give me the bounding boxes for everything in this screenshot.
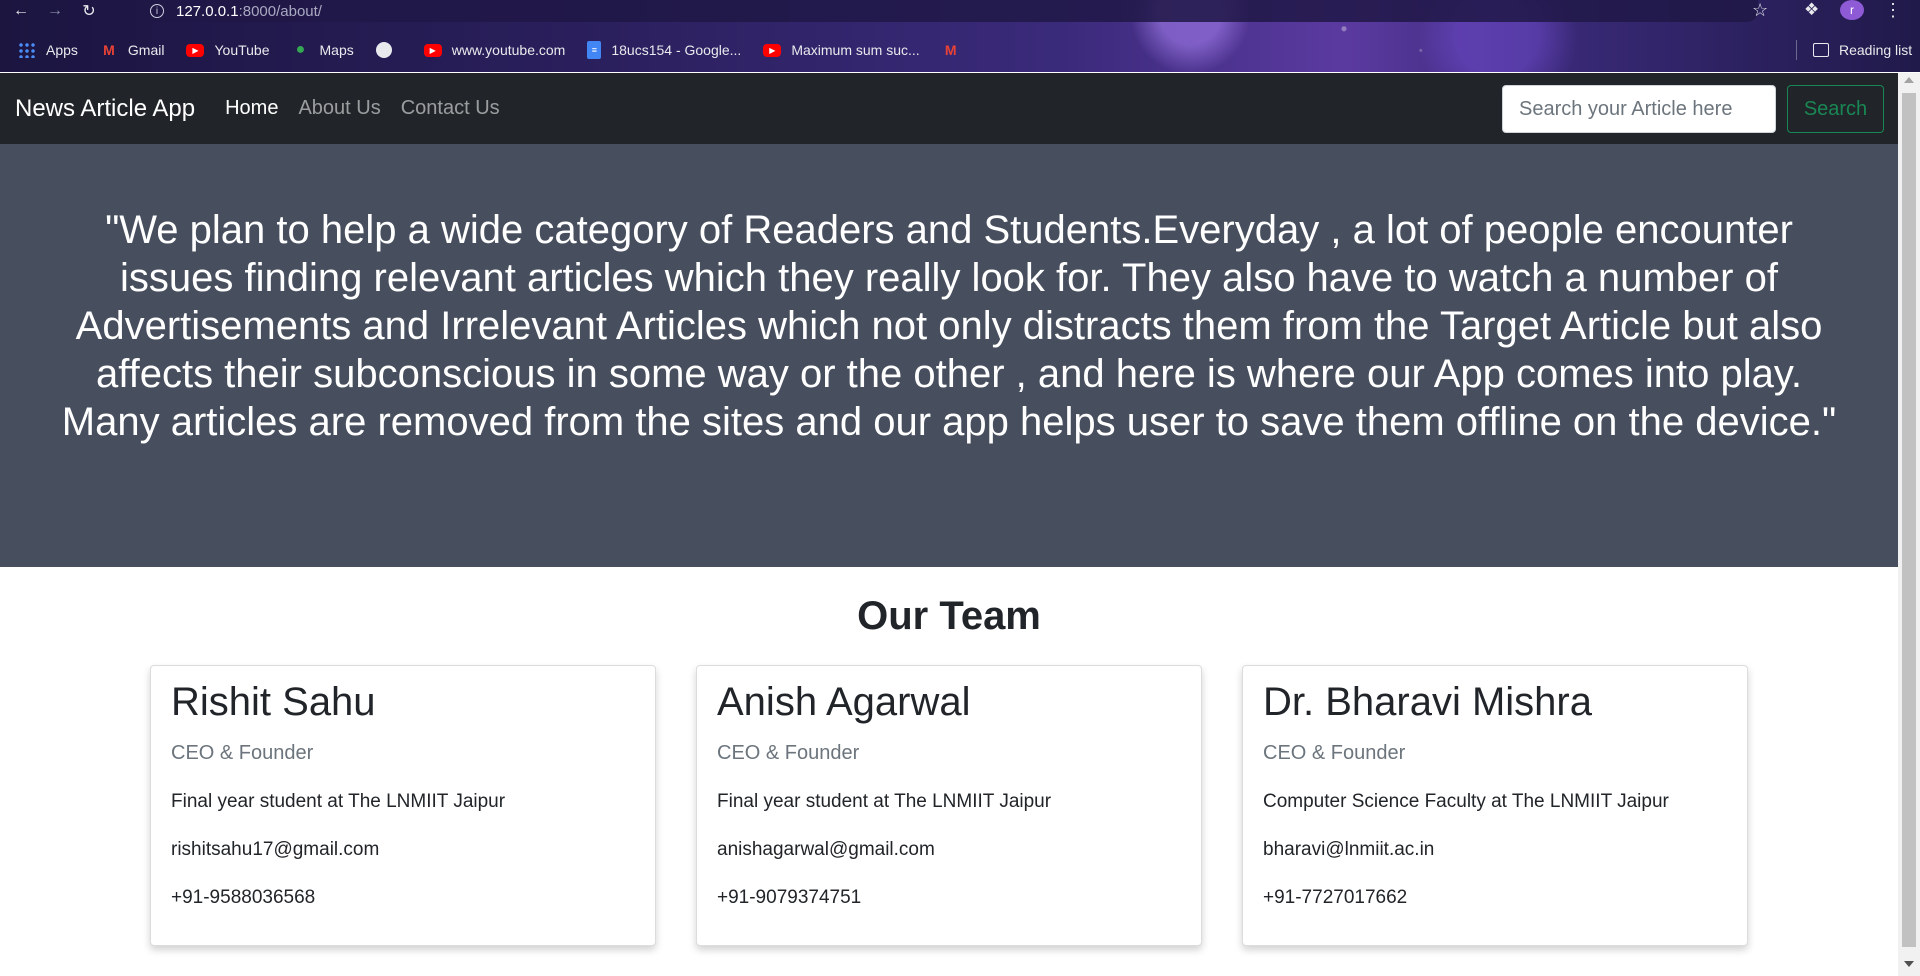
youtube-icon: ▶ (186, 43, 205, 57)
site-info-icon[interactable]: i (150, 4, 164, 18)
member-phone: +91-9079374751 (717, 887, 862, 908)
scrollbar-thumb[interactable] (1902, 93, 1916, 947)
member-description: Final year student at The LNMIIT Jaipur (171, 791, 506, 812)
member-email: bharavi@lnmiit.ac.in (1263, 839, 1435, 860)
nav-link-home[interactable]: Home (225, 97, 278, 120)
reload-icon[interactable]: ↻ (76, 1, 102, 21)
profile-avatar[interactable]: r (1840, 0, 1864, 20)
reading-list-button[interactable]: Reading list (1796, 36, 1912, 64)
member-name: Rishit Sahu (171, 680, 376, 724)
reading-list-label: Reading list (1839, 42, 1913, 58)
team-card: Rishit Sahu CEO & Founder Final year stu… (150, 665, 656, 946)
scroll-up-arrow-icon[interactable] (1904, 77, 1914, 83)
member-name: Dr. Bharavi Mishra (1263, 680, 1592, 724)
about-hero: "We plan to help a wide category of Read… (0, 144, 1898, 567)
bookmark-gmail-2[interactable]: M (942, 42, 970, 58)
menu-dots-icon[interactable]: ⋮ (1884, 0, 1902, 21)
bookmark-apps[interactable]: Apps (18, 42, 78, 58)
bookmark-star-icon[interactable]: ☆ (1752, 0, 1768, 21)
reading-list-icon (1813, 43, 1829, 57)
member-role: CEO & Founder (1263, 742, 1406, 764)
bookmark-maps[interactable]: ● Maps (292, 41, 354, 58)
app-navbar: News Article App Home About Us Contact U… (0, 73, 1898, 144)
team-card: Anish Agarwal CEO & Founder Final year s… (696, 665, 1202, 946)
apps-grid-icon (18, 42, 36, 58)
divider (1796, 40, 1797, 60)
globe-icon (375, 42, 392, 58)
maps-pin-icon: ● (295, 41, 306, 58)
search-input[interactable] (1502, 85, 1776, 133)
page-scrollbar[interactable] (1898, 73, 1920, 976)
address-bar[interactable]: i 127.0.0.1:8000/about/ (138, 0, 1758, 22)
url-path: :8000/about/ (238, 2, 322, 20)
member-phone: +91-7727017662 (1263, 887, 1408, 908)
brand-link[interactable]: News Article App (15, 95, 195, 123)
member-phone: +91-9588036568 (171, 887, 316, 908)
nav-link-about[interactable]: About Us (298, 97, 380, 120)
member-email: anishagarwal@gmail.com (717, 839, 935, 860)
youtube-icon: ▶ (763, 43, 782, 57)
team-heading: Our Team (857, 594, 1041, 638)
google-docs-icon: ≡ (587, 41, 602, 59)
bookmark-youtube[interactable]: ▶ YouTube (186, 42, 270, 58)
bookmarks-bar: Apps M Gmail ▶ YouTube ● Maps ▶ www.youtube.… (0, 36, 1920, 64)
bookmark-maximum-sum[interactable]: ▶ Maximum sum suc... (763, 42, 920, 58)
member-role: CEO & Founder (717, 742, 860, 764)
bookmark-youtube-com[interactable]: ▶ www.youtube.com (423, 42, 565, 58)
browser-chrome: ← → ↻ i 127.0.0.1:8000/about/ ☆ ❖ r ⋮ Ap… (0, 0, 1920, 72)
mission-quote: "We plan to help a wide category of Read… (61, 208, 1837, 444)
scroll-down-arrow-icon[interactable] (1904, 961, 1914, 967)
bookmark-google-doc[interactable]: ≡ 18ucs154 - Google... (587, 41, 741, 59)
member-email: rishitsahu17@gmail.com (171, 839, 380, 860)
team-card: Dr. Bharavi Mishra CEO & Founder Compute… (1242, 665, 1748, 946)
forward-arrow-icon[interactable]: → (42, 1, 68, 21)
gmail-icon: M (944, 42, 957, 58)
member-name: Anish Agarwal (717, 680, 971, 724)
member-role: CEO & Founder (171, 742, 314, 764)
youtube-icon: ▶ (423, 43, 442, 57)
search-button[interactable]: Search (1787, 85, 1884, 133)
back-arrow-icon[interactable]: ← (8, 1, 34, 21)
bookmark-globe[interactable] (375, 42, 402, 58)
gmail-icon: M (103, 42, 115, 58)
member-description: Final year student at The LNMIIT Jaipur (717, 791, 1052, 812)
member-description: Computer Science Faculty at The LNMIIT J… (1263, 791, 1669, 812)
extensions-puzzle-icon[interactable]: ❖ (1804, 0, 1819, 20)
nav-link-contact[interactable]: Contact Us (401, 97, 500, 120)
url-host: 127.0.0.1 (176, 2, 239, 20)
bookmark-gmail[interactable]: M Gmail (100, 42, 164, 58)
